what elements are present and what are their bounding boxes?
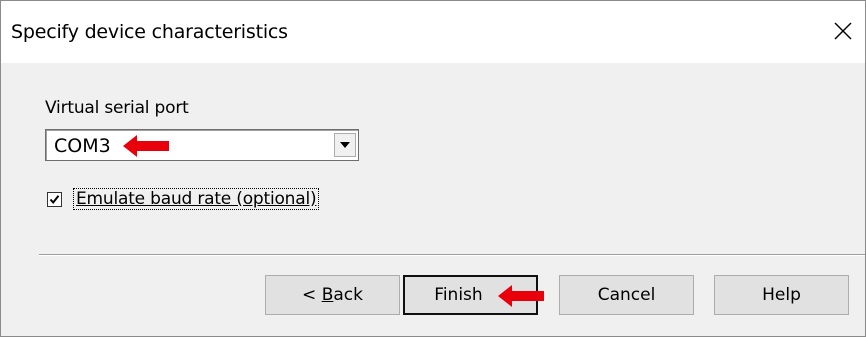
dialog-title: Specify device characteristics	[11, 21, 288, 43]
finish-button-label: Finish	[434, 285, 483, 305]
cancel-button-label: Cancel	[597, 285, 656, 305]
close-button[interactable]	[821, 9, 865, 53]
close-icon	[834, 22, 852, 40]
red-arrow-icon	[123, 135, 169, 157]
back-button[interactable]: < Back	[265, 275, 400, 315]
help-button-label: Help	[762, 285, 801, 305]
dialog-window: Specify device characteristics Virtual s…	[0, 0, 866, 337]
separator	[39, 254, 865, 256]
virtual-serial-port-label: Virtual serial port	[45, 98, 189, 118]
chevron-down-icon	[340, 142, 350, 148]
back-button-label: < Back	[302, 285, 363, 305]
virtual-serial-port-select[interactable]: COM3	[45, 129, 359, 161]
emulate-baud-rate-label[interactable]: Emulate baud rate (optional)	[72, 188, 320, 210]
dropdown-button[interactable]	[334, 133, 356, 157]
cancel-button[interactable]: Cancel	[559, 275, 694, 315]
emulate-baud-rate-checkbox[interactable]	[47, 191, 62, 207]
help-button[interactable]: Help	[714, 275, 849, 315]
title-bar: Specify device characteristics	[1, 1, 865, 63]
checkmark-icon	[49, 194, 60, 204]
selected-port-value: COM3	[54, 135, 111, 157]
emulate-baud-rate-option[interactable]: Emulate baud rate (optional)	[47, 187, 320, 211]
red-arrow-icon	[498, 285, 544, 307]
